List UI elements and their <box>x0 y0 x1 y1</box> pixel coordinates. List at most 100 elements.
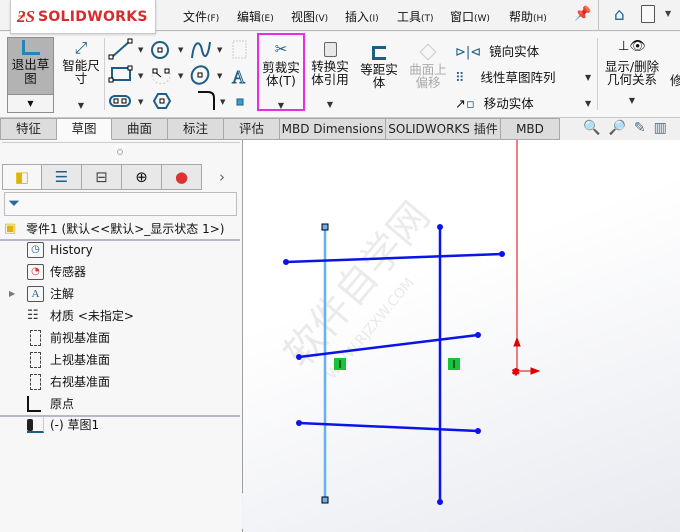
selected-endpoint-handle[interactable] <box>321 496 329 504</box>
propertymanager-tab-icon[interactable]: ☰ <box>42 164 82 190</box>
tree-item[interactable]: 上视基准面 <box>0 349 240 371</box>
menu-key: (W) <box>474 14 490 24</box>
command-tabs: 特征 草图 曲面 标注 评估 MBD Dimensions SOLIDWORKS… <box>0 118 560 140</box>
chevron-down-icon: ▼ <box>217 72 223 80</box>
display-relations-label: 显示/删除几何关系 <box>604 59 660 87</box>
exit-sketch-button[interactable]: 退出草图 ▼ <box>7 37 54 113</box>
convert-entities-icon <box>323 42 337 57</box>
tab-mbd[interactable]: MBD <box>501 118 560 140</box>
previous-view-icon[interactable]: ✎ <box>634 120 646 136</box>
plane-icon <box>30 352 41 368</box>
menu-help[interactable]: 帮助(H) <box>509 8 547 25</box>
convert-entities-label: 转换实体引用 <box>311 59 349 87</box>
tree-item[interactable]: ☷ 材质 <未指定> <box>0 305 240 327</box>
smart-dimension-button[interactable]: ⤢ 智能尺寸 ▼ <box>56 40 106 112</box>
svg-text:✱: ✱ <box>512 368 520 378</box>
spline-tool-icon[interactable] <box>191 41 211 59</box>
menu-insert[interactable]: 插入(I) <box>345 8 379 25</box>
display-relations-button[interactable]: ⊥👁 显示/删除几何关系 ▼ <box>603 40 661 107</box>
convert-entities-button[interactable]: 转换实体引用 ▼ <box>305 42 355 111</box>
line-tool-icon[interactable] <box>108 38 133 60</box>
dimxpert-tab-icon[interactable]: ⊕ <box>122 164 162 190</box>
expand-arrow-icon[interactable]: ▶ <box>9 283 15 305</box>
divider <box>2 142 240 143</box>
tree-item[interactable]: ◔ 传感器 <box>0 261 240 283</box>
mirror-entities-label: 镜向实体 <box>489 44 540 59</box>
text-tool-icon[interactable]: A <box>232 67 246 88</box>
fillet-tool-icon[interactable] <box>198 91 215 110</box>
splitter-handle[interactable] <box>117 149 123 155</box>
arc-tool-icon[interactable] <box>151 68 171 85</box>
menu-file[interactable]: 文件(F) <box>183 8 219 25</box>
linear-pattern-button[interactable]: ⠿ 线性草图阵列 <box>455 67 556 86</box>
move-entities-button[interactable]: ↗▫ 移动实体 <box>455 93 534 112</box>
tree-item[interactable]: 右视基准面 <box>0 371 240 393</box>
tab-mbd-dimensions[interactable]: MBD Dimensions <box>280 118 386 140</box>
vertical-relation-badge[interactable] <box>448 358 460 370</box>
tab-markup[interactable]: 标注 <box>168 118 224 140</box>
pane-tabs: ◧ ☰ ⊟ ⊕ ● › <box>2 164 242 190</box>
filter-box[interactable]: ⏷ <box>4 192 237 216</box>
chevron-down-icon[interactable]: ▼ <box>56 99 106 112</box>
chevron-down-icon[interactable]: ▼ <box>256 99 306 112</box>
tree-root-part[interactable]: ▣ 零件1 (默认<<默认>_显示状态 1>) <box>0 218 240 240</box>
offset-on-surface-button[interactable]: 曲面上偏移 <box>403 43 453 89</box>
tree-item[interactable]: 原点 <box>0 393 240 415</box>
menu-window[interactable]: 窗口(W) <box>450 8 490 25</box>
tree-item[interactable]: (-) 草图1 <box>0 414 240 436</box>
solidworks-logo[interactable]: ƻS SOLIDWORKS <box>10 0 156 34</box>
section-view-icon[interactable]: ▥ <box>654 120 667 136</box>
tab-evaluate[interactable]: 评估 <box>224 118 280 140</box>
move-icon: ↗▫ <box>455 97 475 112</box>
home-icon[interactable]: ⌂ <box>614 5 625 25</box>
rectangle-tool-icon[interactable] <box>108 65 133 83</box>
chevron-down-icon[interactable]: ▼ <box>665 9 671 18</box>
menu-label: 帮助 <box>509 10 534 24</box>
sketch-canvas: 软件自学网 WWW.RJZXW.COM ✱ <box>275 140 541 505</box>
tab-solidworks-addins[interactable]: SOLIDWORKS 插件 <box>386 118 501 140</box>
ellipse-tool-icon[interactable] <box>188 63 211 87</box>
point-tool-icon[interactable] <box>236 98 244 106</box>
chevron-down-icon[interactable]: ▼ <box>585 73 591 82</box>
chevron-down-icon: ▼ <box>178 72 184 80</box>
menu-view[interactable]: 视图(V) <box>291 8 328 25</box>
tree-item-label: 上视基准面 <box>50 353 111 367</box>
zoom-to-fit-icon[interactable]: 🔍 <box>583 120 600 136</box>
sketch-tools: ▼ ▼ ▼ ▼ ▼ ▼ A ▼ ▼ <box>108 38 247 110</box>
featuremanager-tab-icon[interactable]: ◧ <box>2 164 42 190</box>
configurationmanager-tab-icon[interactable]: ⊟ <box>82 164 122 190</box>
tab-sketch[interactable]: 草图 <box>57 118 112 140</box>
mirror-entities-button[interactable]: ⊳|⊲ 镜向实体 <box>455 41 539 60</box>
display-manager-tab-icon[interactable]: ● <box>162 164 202 190</box>
circle-tool-icon[interactable] <box>151 41 169 59</box>
pin-icon[interactable]: 📌 <box>574 6 591 22</box>
tree-item[interactable]: ◷ History <box>0 239 240 261</box>
tab-surfaces[interactable]: 曲面 <box>112 118 168 140</box>
menu-edit[interactable]: 编辑(E) <box>237 8 274 25</box>
tree-item-label: 前视基准面 <box>50 331 111 345</box>
chevron-down-icon[interactable]: ▼ <box>585 99 591 108</box>
vertical-relation-badge[interactable] <box>334 358 346 370</box>
endpoint <box>437 499 443 505</box>
menu-label: 窗口 <box>450 10 475 24</box>
selected-endpoint-handle[interactable] <box>321 223 329 231</box>
chevron-down-icon[interactable]: ▼ <box>305 98 355 111</box>
new-document-icon[interactable] <box>641 5 655 23</box>
slot-tool-icon[interactable] <box>109 95 131 107</box>
chevron-down-icon: ▼ <box>217 46 223 54</box>
repair-sketch-button[interactable]: 修 <box>670 70 680 89</box>
trim-entities-label: 剪裁实体(T) <box>262 60 300 88</box>
polygon-tool-icon[interactable] <box>152 93 172 109</box>
chevron-down-icon[interactable]: ▼ <box>603 94 661 107</box>
chevron-right-icon[interactable]: › <box>202 164 242 190</box>
endpoint <box>437 224 443 230</box>
offset-entities-button[interactable]: 等距实体 <box>354 46 404 89</box>
tab-features[interactable]: 特征 <box>0 118 57 140</box>
chevron-down-icon: ▼ <box>138 72 144 80</box>
tree-item[interactable]: ▶ A 注解 <box>0 283 240 305</box>
tree-item[interactable]: 前视基准面 <box>0 327 240 349</box>
chevron-down-icon[interactable]: ▼ <box>8 94 53 112</box>
trim-entities-button[interactable]: ✂ 剪裁实体(T) ▼ <box>256 42 306 112</box>
menu-tools[interactable]: 工具(T) <box>397 8 434 25</box>
zoom-to-area-icon[interactable]: 🔎 <box>608 120 625 136</box>
